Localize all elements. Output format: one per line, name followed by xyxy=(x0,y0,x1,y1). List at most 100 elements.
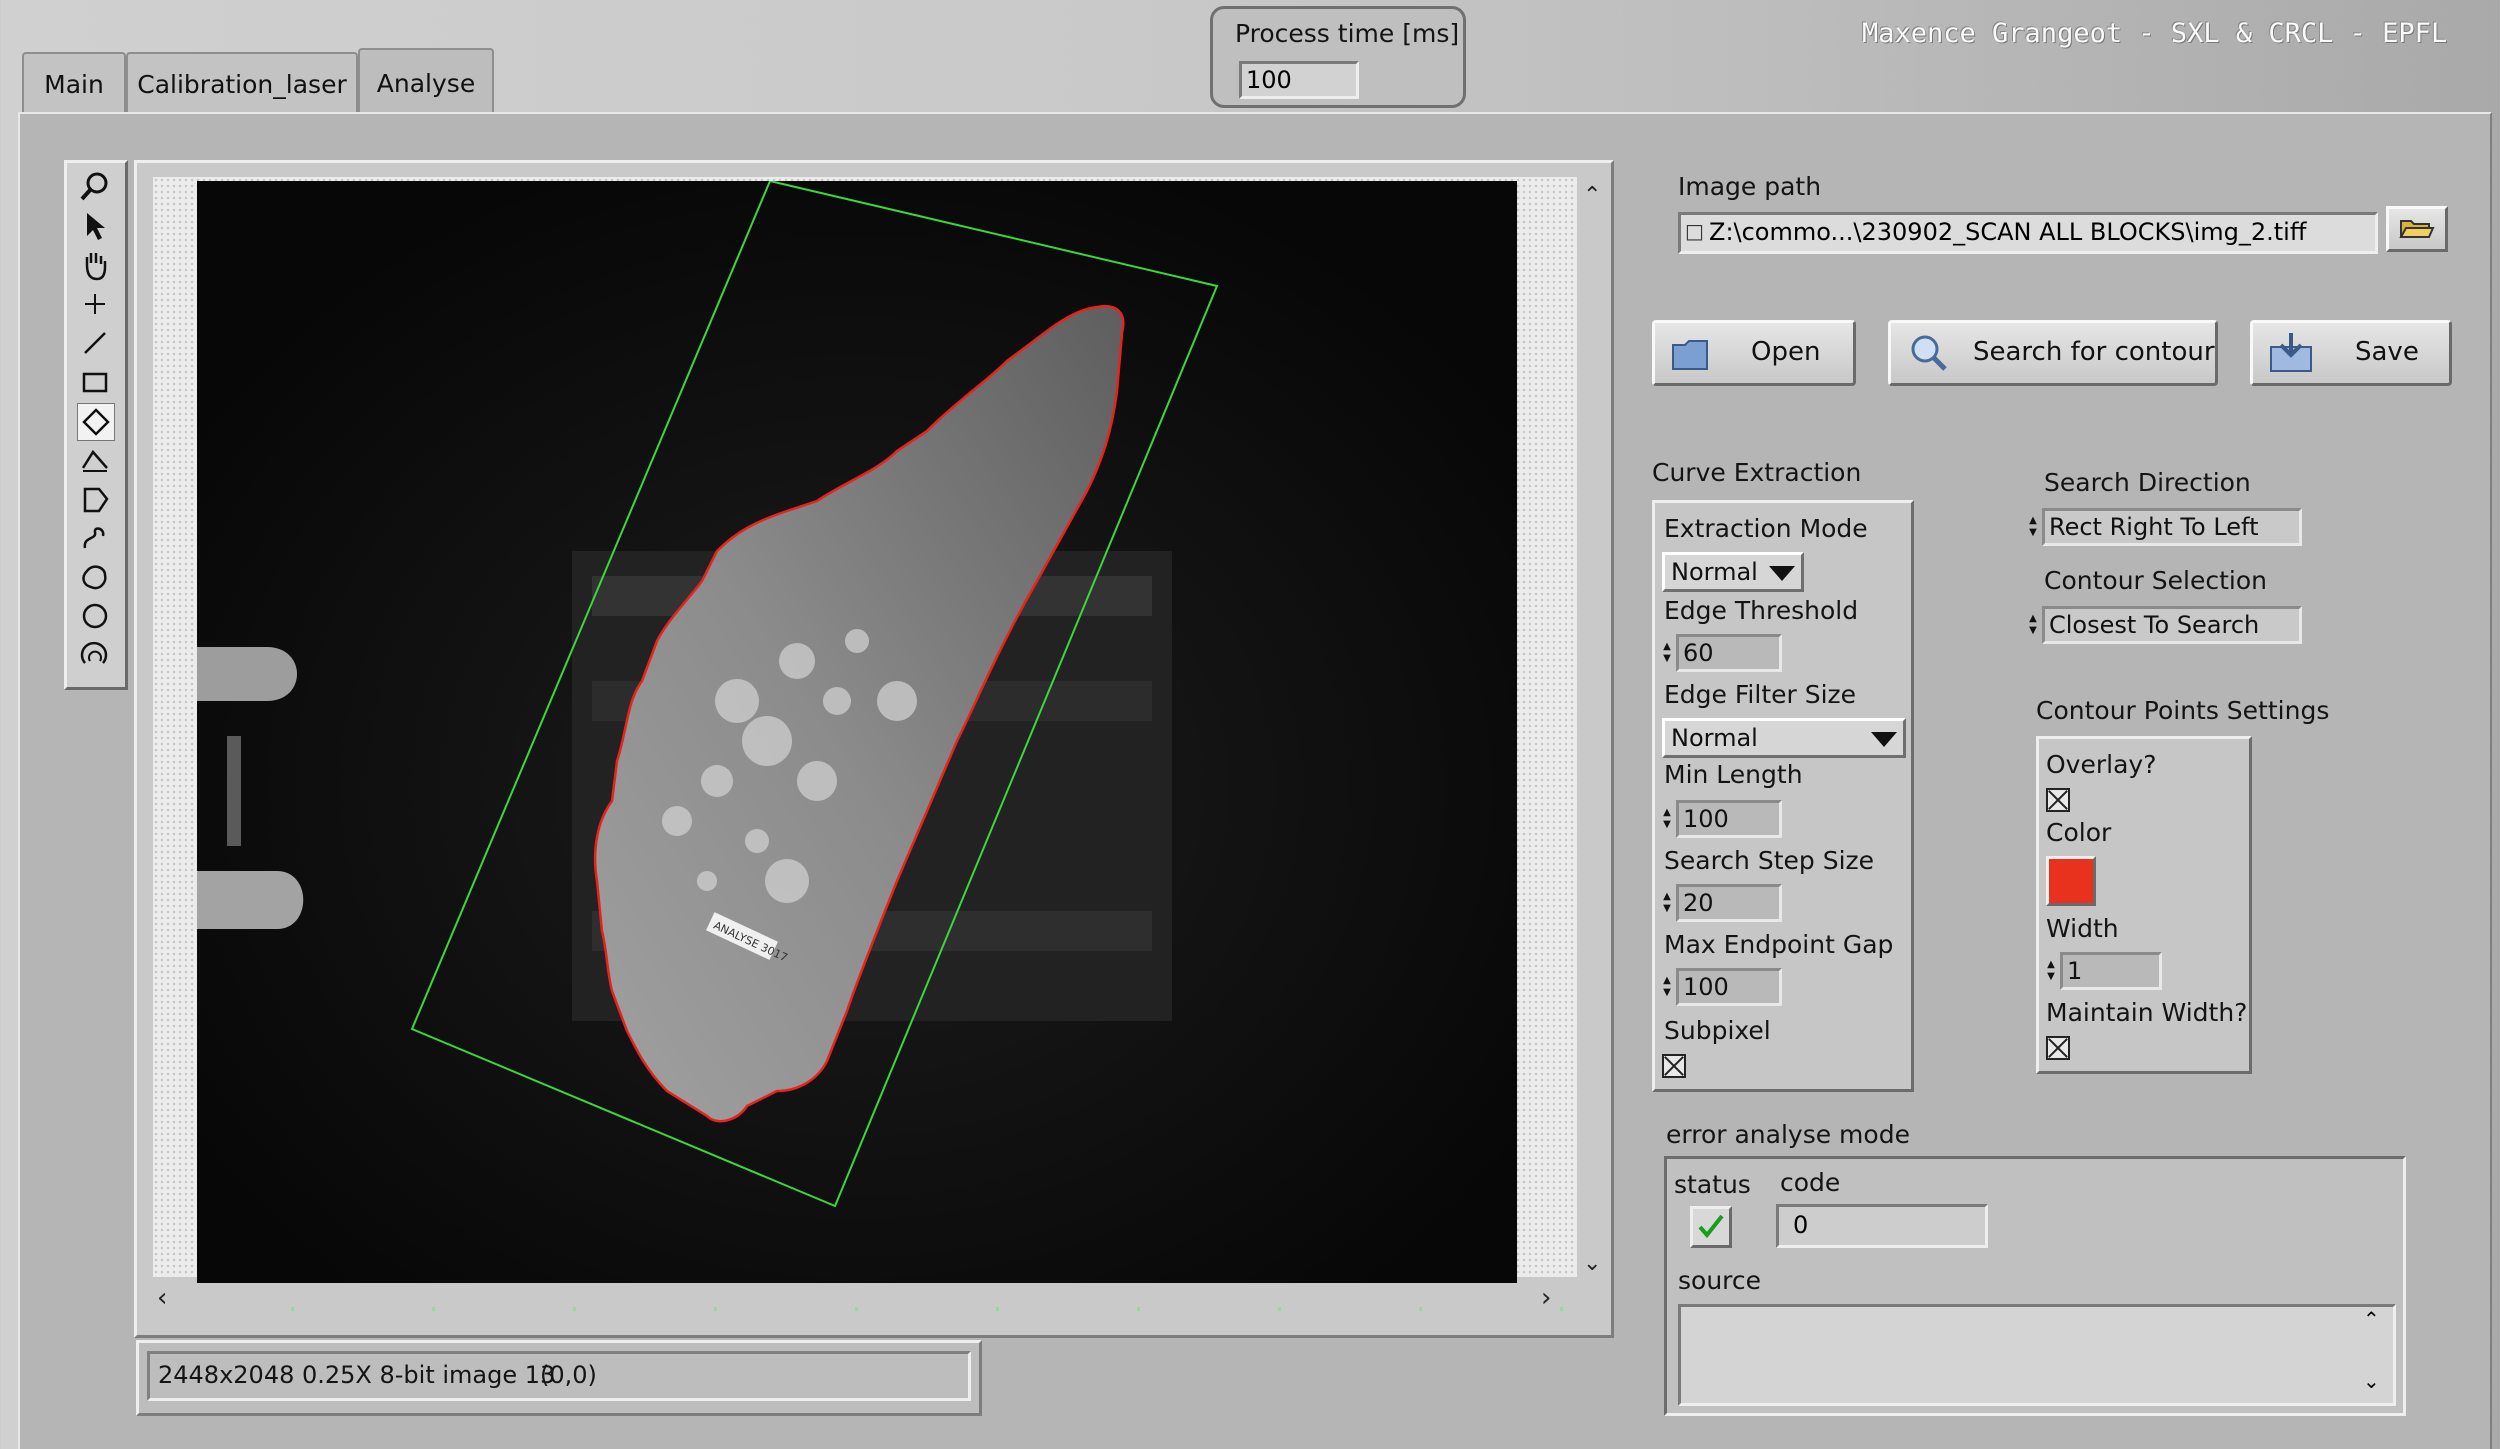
source-scroll-up-icon[interactable]: ⌃ xyxy=(2363,1307,2380,1331)
width-input[interactable]: 1 xyxy=(2060,952,2162,990)
search-step-size-control[interactable]: ▲ ▼ 20 xyxy=(1660,884,1790,922)
overlay-checkbox[interactable] xyxy=(2046,788,2070,812)
max-endpoint-gap-label: Max Endpoint Gap xyxy=(1664,930,1894,959)
oval-icon[interactable] xyxy=(77,598,113,634)
maintain-width-checkbox[interactable] xyxy=(2046,1036,2070,1060)
process-time-label: Process time [ms] xyxy=(1235,19,1460,48)
search-button-label: Search for contour xyxy=(1973,337,2215,367)
roi-tool-palette xyxy=(64,160,128,690)
zoom-icon[interactable] xyxy=(77,169,113,205)
extraction-mode-value: Normal xyxy=(1671,558,1758,586)
contour-selection-value[interactable]: Closest To Search xyxy=(2042,606,2302,644)
tab-main-label: Main xyxy=(44,69,104,99)
width-label: Width xyxy=(2046,914,2119,943)
process-time-group: Process time [ms] 100 xyxy=(1210,6,1466,108)
maintain-width-label: Maintain Width? xyxy=(2046,998,2248,1027)
open-button-label: Open xyxy=(1751,337,1821,367)
image-coords-text: (0,0) xyxy=(540,1361,597,1389)
search-step-size-input[interactable]: 20 xyxy=(1676,884,1782,922)
pan-hand-icon[interactable] xyxy=(77,247,113,283)
scroll-down-icon[interactable]: ⌄ xyxy=(1583,1251,1601,1276)
rotated-rectangle-icon[interactable] xyxy=(77,403,115,441)
color-label: Color xyxy=(2046,818,2112,847)
tab-calibration-label: Calibration_laser xyxy=(137,69,347,99)
image-display-frame: ANALYSE 3017 ⌃ ⌄ ‹ › xyxy=(134,160,1614,1338)
polygon-icon[interactable] xyxy=(77,481,113,517)
source-scroll-down-icon[interactable]: ⌄ xyxy=(2363,1369,2380,1393)
min-length-control[interactable]: ▲ ▼ 100 xyxy=(1660,800,1790,838)
rectangle-icon[interactable] xyxy=(77,364,113,400)
open-button[interactable]: Open xyxy=(1652,320,1856,386)
subpixel-checkbox[interactable] xyxy=(1662,1054,1686,1078)
polyline-icon[interactable] xyxy=(77,442,113,478)
tab-analyse[interactable]: Analyse xyxy=(358,48,494,116)
rock-image-svg: ANALYSE 3017 xyxy=(197,181,1517,1283)
edge-threshold-input[interactable]: 60 xyxy=(1676,634,1782,672)
dropdown-arrow-icon xyxy=(1769,566,1795,581)
tab-analyse-label: Analyse xyxy=(376,68,476,98)
open-folder-icon xyxy=(1672,340,1708,370)
image-info-inner: 2448x2048 0.25X 8-bit image 13 (0,0) xyxy=(147,1351,971,1401)
status-label: status xyxy=(1674,1170,1751,1199)
max-endpoint-gap-input[interactable]: 100 xyxy=(1676,968,1782,1006)
image-info-text: 2448x2048 0.25X 8-bit image 13 xyxy=(158,1361,556,1389)
path-type-icon: □ xyxy=(1685,219,1704,243)
edge-filter-value: Normal xyxy=(1671,724,1758,752)
contour-selection-label: Contour Selection xyxy=(2044,566,2267,595)
image-path-field[interactable]: □ Z:\commo...\230902_SCAN ALL BLOCKS\img… xyxy=(1678,212,2378,254)
image-display[interactable]: ANALYSE 3017 xyxy=(197,181,1517,1283)
annulus-icon[interactable] xyxy=(77,637,113,673)
min-length-input[interactable]: 100 xyxy=(1676,800,1782,838)
min-length-label: Min Length xyxy=(1664,760,1803,789)
extraction-mode-label: Extraction Mode xyxy=(1664,514,1868,543)
search-for-contour-button[interactable]: Search for contour xyxy=(1888,320,2218,386)
spinner-icon[interactable]: ▲ ▼ xyxy=(1660,634,1674,672)
width-control[interactable]: ▲ ▼ 1 xyxy=(2044,952,2168,990)
forklift-post xyxy=(227,736,241,846)
spinner-icon[interactable]: ▲ ▼ xyxy=(1660,884,1674,922)
point-crosshair-icon[interactable] xyxy=(77,286,113,322)
source-textbox[interactable]: ⌃ ⌄ xyxy=(1678,1304,2396,1406)
search-direction-control[interactable]: ▲ ▼ Rect Right To Left xyxy=(2026,508,2306,546)
source-label: source xyxy=(1678,1266,1762,1295)
spinner-icon[interactable]: ▲ ▼ xyxy=(1660,800,1674,838)
color-swatch[interactable] xyxy=(2046,856,2096,906)
contour-selection-control[interactable]: ▲ ▼ Closest To Search xyxy=(2026,606,2306,644)
scroll-right-icon[interactable]: › xyxy=(1541,1283,1551,1313)
code-label: code xyxy=(1780,1168,1841,1197)
extraction-mode-select[interactable]: Normal xyxy=(1662,552,1804,592)
spinner-icon[interactable]: ▲ ▼ xyxy=(2026,606,2040,644)
contour-points-title: Contour Points Settings xyxy=(2036,696,2330,725)
max-endpoint-gap-control[interactable]: ▲ ▼ 100 xyxy=(1660,968,1790,1006)
spinner-icon[interactable]: ▲ ▼ xyxy=(1660,968,1674,1006)
image-horizontal-scrollbar[interactable]: ‹ › xyxy=(153,1283,1577,1313)
save-download-icon xyxy=(2270,333,2312,372)
scroll-left-icon[interactable]: ‹ xyxy=(157,1283,167,1313)
search-direction-label: Search Direction xyxy=(2044,468,2251,497)
edge-filter-size-label: Edge Filter Size xyxy=(1664,680,1857,709)
save-button[interactable]: Save xyxy=(2250,320,2452,386)
edge-threshold-control[interactable]: ▲ ▼ 60 xyxy=(1660,634,1790,672)
freehand-line-icon[interactable] xyxy=(77,520,113,556)
spinner-icon[interactable]: ▲ ▼ xyxy=(2026,508,2040,546)
curve-extraction-title: Curve Extraction xyxy=(1652,458,1862,487)
tab-calibration-laser[interactable]: Calibration_laser xyxy=(126,52,358,114)
line-icon[interactable] xyxy=(77,325,113,361)
spinner-icon[interactable]: ▲ ▼ xyxy=(2044,952,2058,990)
scroll-up-icon[interactable]: ⌃ xyxy=(1583,183,1601,208)
credits-text: Maxence Grangeot - SXL & CRCL - EPFL xyxy=(1862,18,2448,49)
edge-filter-size-select[interactable]: Normal xyxy=(1662,718,1906,758)
search-direction-value[interactable]: Rect Right To Left xyxy=(2042,508,2302,546)
error-cluster-title: error analyse mode xyxy=(1666,1120,1910,1149)
tab-main[interactable]: Main xyxy=(22,52,126,114)
image-info-bar: 2448x2048 0.25X 8-bit image 13 (0,0) xyxy=(136,1340,982,1416)
folder-open-icon xyxy=(2399,220,2435,238)
dropdown-arrow-icon xyxy=(1871,732,1897,747)
overlay-label: Overlay? xyxy=(2046,750,2157,779)
pointer-icon[interactable] xyxy=(77,208,113,244)
freehand-region-icon[interactable] xyxy=(77,559,113,595)
browse-folder-button[interactable] xyxy=(2386,206,2448,252)
image-path-label: Image path xyxy=(1678,172,1822,201)
save-button-label: Save xyxy=(2355,337,2419,367)
image-vertical-scrollbar[interactable]: ⌃ ⌄ xyxy=(1579,177,1607,1281)
